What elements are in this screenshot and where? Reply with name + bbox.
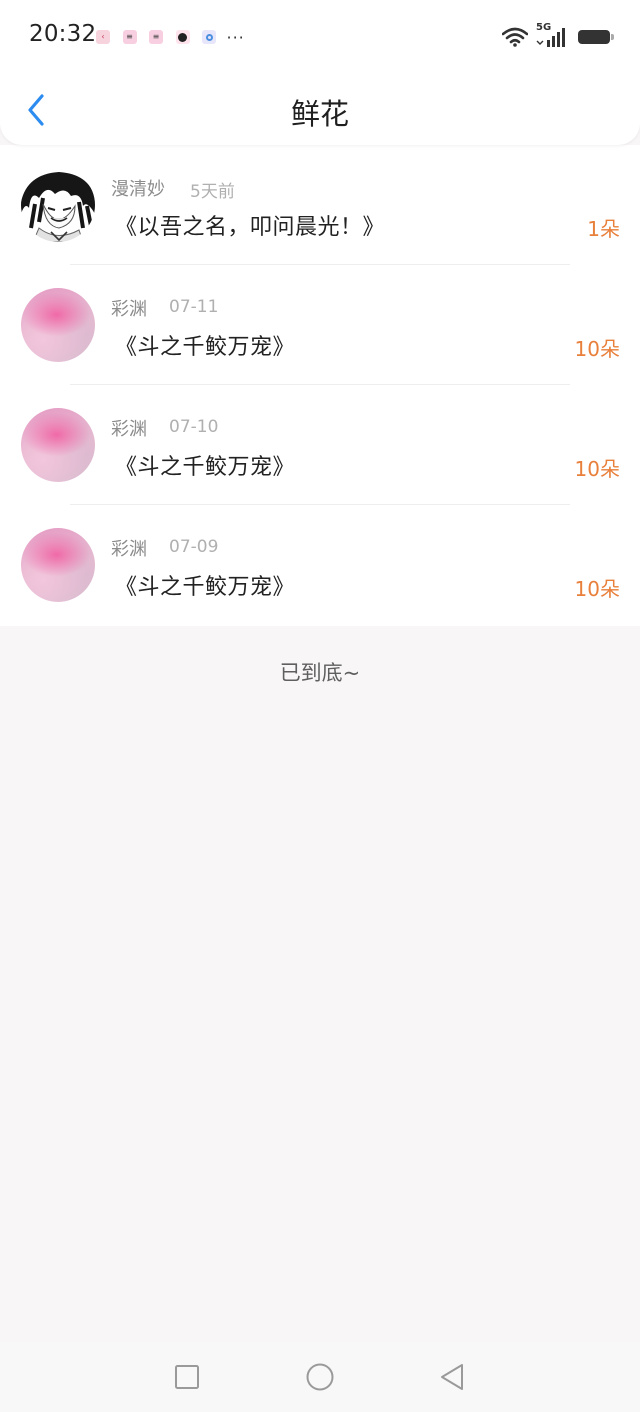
list-item[interactable]: 彩渊 07-10 《斗之千鲛万宠》 10朵 [0,385,640,505]
recents-button[interactable] [172,1362,202,1392]
book-title[interactable]: 《斗之千鲛万宠》 [115,329,295,361]
flower-count: 10朵 [574,337,620,361]
app-notification-icon: ‹ [96,30,110,44]
list-item[interactable]: 彩渊 07-09 《斗之千鲛万宠》 10朵 [0,505,640,625]
flower-record-list: 漫清妙 5天前 《以吾之名，叩问晨光！》 1朵 彩渊 07-11 《斗之千鲛万宠… [0,145,640,626]
browser-notification-icon [202,30,216,44]
book-title[interactable]: 《以吾之名，叩问晨光！》 [115,209,385,241]
manga-portrait-avatar-icon [21,168,95,242]
sender-name: 漫清妙 [111,179,165,200]
nav-bar: 鲜花 [0,74,640,145]
home-button[interactable] [305,1362,335,1392]
sender-name: 彩渊 [111,539,147,560]
avatar[interactable] [21,168,95,242]
flower-count: 10朵 [574,457,620,481]
top-card: 20:32 ‹ ≡ ≡ ··· 5G 鲜花 [0,0,640,145]
book-title[interactable]: 《斗之千鲛万宠》 [115,569,295,601]
list-item[interactable]: 彩渊 07-11 《斗之千鲛万宠》 10朵 [0,265,640,385]
send-time: 07-11 [169,297,219,317]
message-notification-icon: ≡ [149,30,163,44]
status-bar: 20:32 ‹ ≡ ≡ ··· 5G [0,0,640,74]
recents-square-icon [175,1365,199,1389]
page-title: 鲜花 [290,97,349,131]
notification-icons: ‹ ≡ ≡ ··· [96,27,245,47]
message-notification-icon: ≡ [122,30,137,44]
more-notifications-icon: ··· [226,27,245,47]
sender-name: 彩渊 [111,419,147,440]
system-status-icons: 5G [502,22,614,50]
end-of-list-text: 已到底~ [279,661,361,685]
avatar[interactable] [21,528,95,602]
battery-icon [578,30,614,44]
app-notification-icon [175,30,190,44]
flower-count: 10朵 [574,577,620,601]
list-item[interactable]: 漫清妙 5天前 《以吾之名，叩问晨光！》 1朵 [0,145,640,265]
system-navigation-bar [0,1342,640,1412]
back-triangle-icon [441,1364,463,1390]
signal-bars-icon [536,28,565,47]
sender-name: 彩渊 [111,299,147,320]
cellular-signal-icon: 5G [536,22,566,49]
back-nav-button[interactable] [437,1362,467,1392]
avatar[interactable] [21,288,95,362]
status-time: 20:32 [29,21,97,47]
book-title[interactable]: 《斗之千鲛万宠》 [115,449,295,481]
send-time: 07-10 [169,417,219,437]
wifi-icon [502,27,528,47]
home-circle-icon [306,1363,334,1391]
send-time: 07-09 [169,537,219,557]
send-time: 5天前 [190,182,235,202]
avatar[interactable] [21,408,95,482]
flower-count: 1朵 [587,217,620,241]
